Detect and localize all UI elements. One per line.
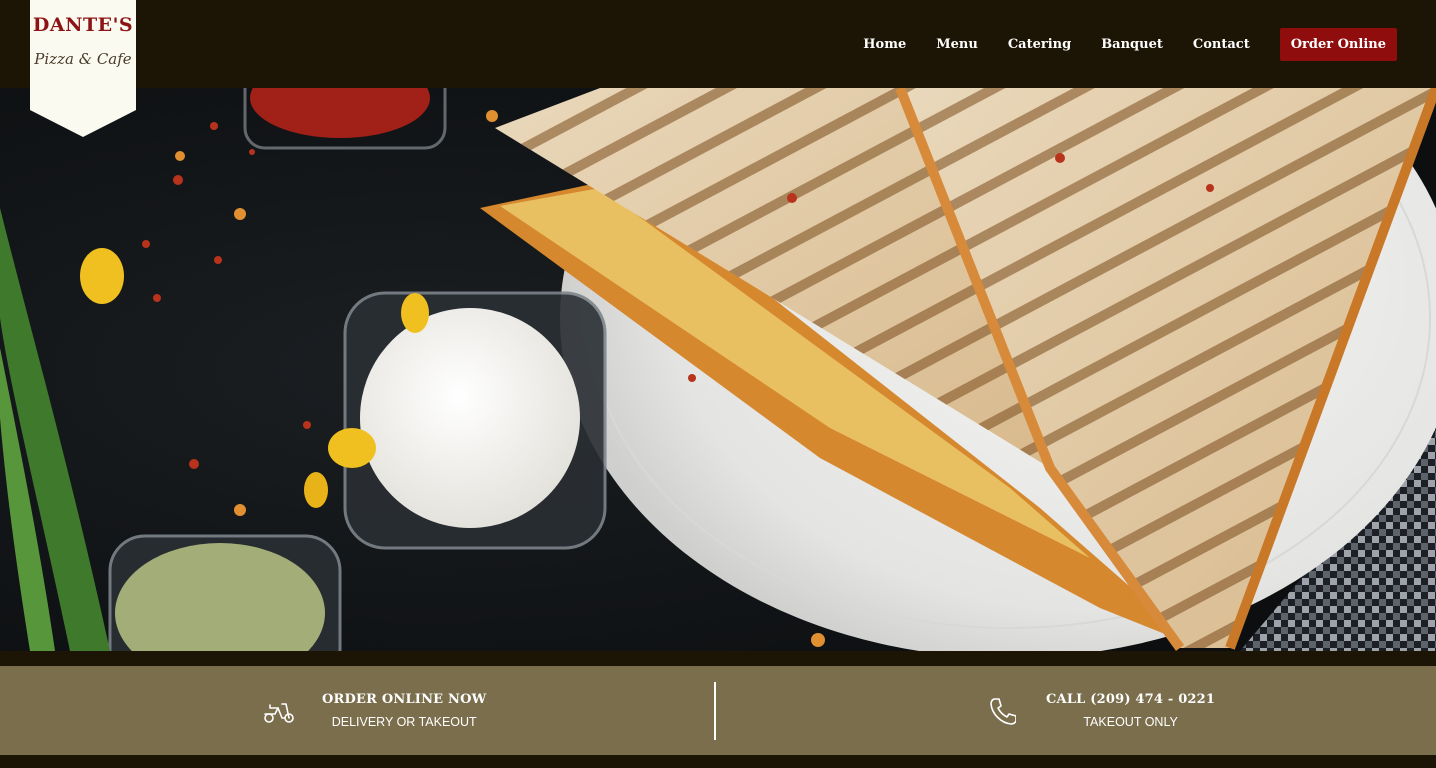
phone-icon: [990, 697, 1016, 725]
call-block[interactable]: CALL (209) 474 - 0221 TAKEOUT ONLY: [988, 666, 1215, 755]
call-text: CALL (209) 474 - 0221 TAKEOUT ONLY: [1046, 692, 1215, 729]
brand-name: DANTE'S: [32, 14, 134, 36]
call-subtitle: TAKEOUT ONLY: [1083, 715, 1178, 729]
site-header: Home Menu Catering Banquet Contact Order…: [0, 0, 1436, 88]
nav-home[interactable]: Home: [863, 37, 906, 52]
order-online-text: ORDER ONLINE NOW DELIVERY OR TAKEOUT: [322, 692, 486, 729]
order-online-subtitle: DELIVERY OR TAKEOUT: [331, 715, 477, 729]
hero-image: [0, 88, 1436, 651]
nav-contact[interactable]: Contact: [1193, 37, 1250, 52]
order-online-title[interactable]: ORDER ONLINE NOW: [322, 692, 486, 707]
nav-banquet[interactable]: Banquet: [1101, 37, 1163, 52]
separator-strip: [0, 651, 1436, 666]
bottom-strip: [0, 755, 1436, 768]
info-divider: [714, 682, 716, 740]
info-bar: ORDER ONLINE NOW DELIVERY OR TAKEOUT CAL…: [0, 666, 1436, 755]
brand-logo[interactable]: DANTE'S Pizza & Cafe: [30, 0, 136, 137]
scooter-icon: [264, 702, 294, 723]
order-online-block[interactable]: ORDER ONLINE NOW DELIVERY OR TAKEOUT: [262, 666, 486, 755]
main-nav: Home Menu Catering Banquet Contact Order…: [863, 0, 1436, 88]
nav-catering[interactable]: Catering: [1008, 37, 1071, 52]
order-online-button[interactable]: Order Online: [1279, 27, 1397, 61]
nav-menu[interactable]: Menu: [936, 37, 978, 52]
call-title[interactable]: CALL (209) 474 - 0221: [1046, 692, 1215, 707]
brand-tagline: Pizza & Cafe: [34, 50, 132, 68]
